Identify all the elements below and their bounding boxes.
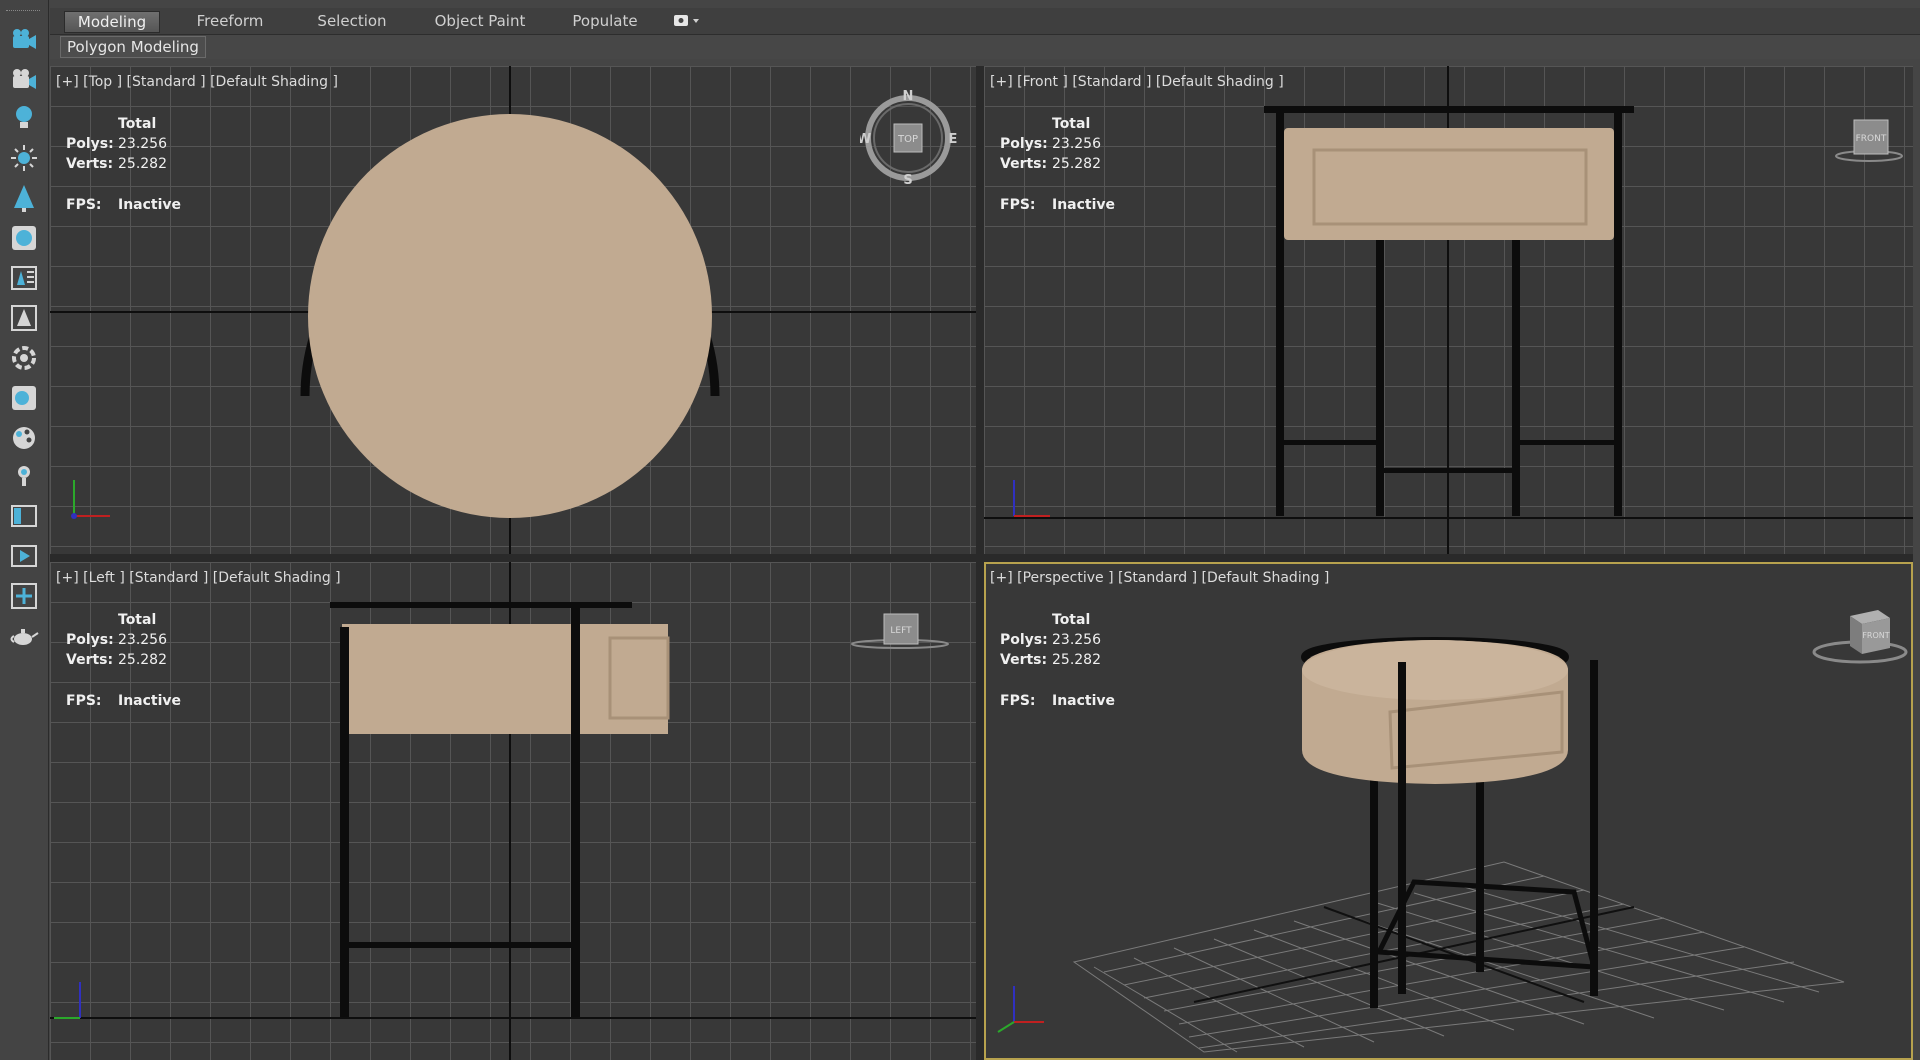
stats-fps-value: Inactive — [118, 693, 182, 709]
stats-total-label: Total — [118, 612, 157, 628]
color-palette-icon[interactable] — [8, 422, 40, 454]
stats-verts-value: 25.282 — [118, 156, 167, 172]
ribbon-tabs: Modeling Freeform Selection Object Paint… — [50, 8, 1920, 35]
ribbon-options-dropdown-icon[interactable] — [672, 12, 702, 30]
table-top-disc — [308, 114, 712, 518]
stats-polys-value: 23.256 — [118, 136, 167, 152]
viewport-front[interactable]: [+] [Front ] [Standard ] [Default Shadin… — [984, 66, 1913, 554]
stats-polys-value: 23.256 — [1052, 136, 1101, 152]
viewcube-face-top: TOP — [897, 134, 918, 145]
stats-fps-value: Inactive — [1052, 693, 1116, 709]
stats-overlay-front: Total Polys: 23.256 Verts: 25.282 FPS: Inac… — [1000, 114, 1140, 215]
stats-verts-label: Verts: — [66, 652, 114, 668]
viewcube-perspective[interactable]: FRONT — [1810, 606, 1910, 670]
tree-object-icon[interactable] — [8, 302, 40, 334]
stats-fps-label: FPS: — [1000, 197, 1036, 213]
camera-icon[interactable] — [8, 24, 40, 56]
stats-fps-value: Inactive — [1052, 197, 1116, 213]
viewport-left[interactable]: [+] [Left ] [Standard ] [Default Shading… — [50, 562, 976, 1060]
compass-s: S — [903, 173, 912, 186]
foliage-tree-icon[interactable] — [8, 182, 40, 214]
lamp-icon[interactable] — [8, 460, 40, 492]
polygon-modeling-button[interactable]: Polygon Modeling — [60, 36, 206, 58]
stats-fps-label: FPS: — [1000, 693, 1036, 709]
ribbon-panel-bar: Polygon Modeling — [50, 35, 1920, 59]
stats-fps-value: Inactive — [118, 197, 182, 213]
left-toolbar — [0, 0, 49, 1060]
viewcube-front[interactable]: FRONT — [1834, 114, 1904, 174]
viewport-area: [+] [Top ] [Standard ] [Default Shading … — [50, 66, 1913, 1060]
stats-polys-label: Polys: — [66, 136, 114, 152]
viewport-label-left[interactable]: [+] [Left ] [Standard ] [Default Shading… — [56, 570, 341, 586]
tab-modeling[interactable]: Modeling — [64, 11, 160, 33]
viewcube-face-left: LEFT — [890, 626, 912, 636]
viewport-label-top[interactable]: [+] [Top ] [Standard ] [Default Shading … — [56, 74, 338, 90]
tab-object-paint[interactable]: Object Paint — [420, 11, 540, 31]
material-editor-icon[interactable] — [8, 222, 40, 254]
tab-populate[interactable]: Populate — [560, 11, 650, 31]
stats-verts-label: Verts: — [1000, 652, 1048, 668]
stats-verts-value: 25.282 — [118, 652, 167, 668]
render-setup-icon[interactable] — [8, 382, 40, 414]
teapot-icon[interactable] — [8, 620, 40, 652]
tab-freeform[interactable]: Freeform — [180, 11, 280, 31]
stats-polys-label: Polys: — [1000, 136, 1048, 152]
compass-n: N — [903, 89, 914, 104]
viewport-label-perspective[interactable]: [+] [Perspective ] [Standard ] [Default … — [990, 570, 1329, 586]
toolbar-grip[interactable] — [6, 10, 40, 14]
stats-overlay-left: Total Polys: 23.256 Verts: 25.282 FPS: Inac… — [66, 610, 206, 711]
viewport-label-front[interactable]: [+] [Front ] [Standard ] [Default Shadin… — [990, 74, 1284, 90]
stats-overlay-top: Total Polys: 23.256 Verts: 25.282 FPS: Inac… — [66, 114, 206, 215]
text-layout-icon[interactable] — [8, 262, 40, 294]
stats-verts-label: Verts: — [1000, 156, 1048, 172]
camera-target-icon[interactable] — [8, 64, 40, 96]
stats-fps-label: FPS: — [66, 693, 102, 709]
stats-polys-label: Polys: — [1000, 632, 1048, 648]
stats-polys-value: 23.256 — [118, 632, 167, 648]
stats-verts-label: Verts: — [66, 156, 114, 172]
render-frame-icon[interactable] — [8, 540, 40, 572]
tab-selection[interactable]: Selection — [302, 11, 402, 31]
light-bulb-icon[interactable] — [8, 102, 40, 134]
stats-fps-label: FPS: — [66, 197, 102, 213]
stats-verts-value: 25.282 — [1052, 156, 1101, 172]
stats-overlay-perspective: Total Polys: 23.256 Verts: 25.282 FPS: Inac… — [1000, 610, 1140, 711]
sun-light-icon[interactable] — [8, 142, 40, 174]
viewcube-face-front: FRONT — [1856, 134, 1887, 144]
viewcube-compass[interactable]: TOP N S E W — [860, 86, 960, 186]
stats-polys-value: 23.256 — [1052, 632, 1101, 648]
transform-move-icon[interactable] — [8, 580, 40, 612]
viewport-perspective[interactable]: [+] [Perspective ] [Standard ] [Default … — [984, 562, 1913, 1060]
viewcube-left[interactable]: LEFT — [850, 610, 950, 660]
stats-total-label: Total — [1052, 612, 1091, 628]
stats-verts-value: 25.282 — [1052, 652, 1101, 668]
compass-w: W — [860, 132, 871, 147]
viewport-layout-icon[interactable] — [8, 500, 40, 532]
viewcube-face-perspective: FRONT — [1862, 631, 1889, 640]
stats-polys-label: Polys: — [66, 632, 114, 648]
compass-e: E — [949, 132, 958, 147]
viewport-top[interactable]: [+] [Top ] [Standard ] [Default Shading … — [50, 66, 976, 554]
rotate-gear-icon[interactable] — [8, 342, 40, 374]
stats-total-label: Total — [1052, 116, 1091, 132]
stats-total-label: Total — [118, 116, 157, 132]
